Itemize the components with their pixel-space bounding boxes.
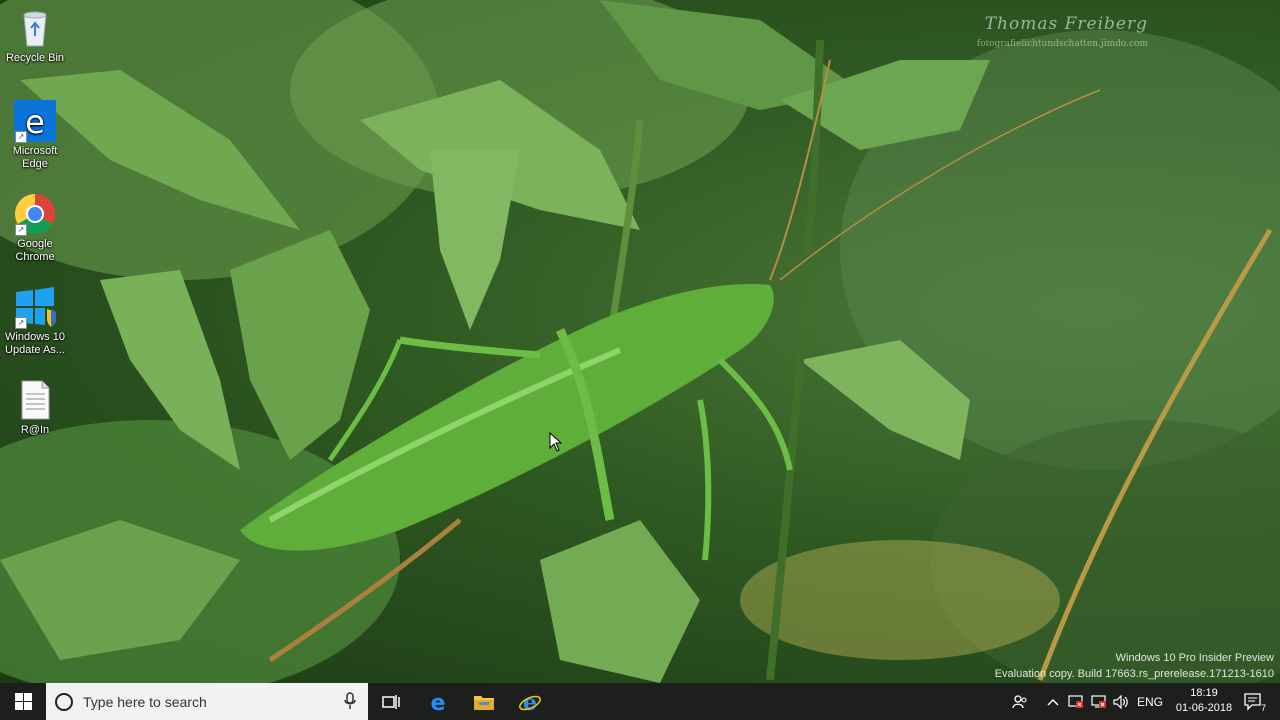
chevron-up-icon bbox=[1047, 698, 1059, 705]
shortcut-arrow-icon: ↗ bbox=[15, 131, 27, 143]
chrome-icon: ↗ bbox=[13, 192, 57, 236]
desktop-icon-label: Google Chrome bbox=[15, 238, 55, 263]
svg-text:e: e bbox=[25, 103, 45, 141]
taskbar: Type here to search e e ENG 18:19 01-06-… bbox=[0, 683, 1280, 720]
windows-edition-text: Windows 10 Pro Insider Preview bbox=[1115, 652, 1274, 664]
desktop-icon-label: Recycle Bin bbox=[5, 52, 65, 64]
tray-network-button[interactable] bbox=[1089, 683, 1109, 720]
security-alert-icon bbox=[1068, 694, 1083, 708]
action-center-button[interactable]: 7 bbox=[1240, 683, 1268, 720]
desktop-icon-label: Microsoft Edge bbox=[12, 145, 58, 170]
taskbar-edge-button[interactable]: e bbox=[415, 683, 461, 720]
tray-defender-button[interactable] bbox=[1066, 683, 1086, 720]
taskbar-search-box[interactable]: Type here to search bbox=[46, 683, 368, 720]
recycle-bin-icon bbox=[13, 6, 57, 50]
edge-icon: e ↗ bbox=[13, 99, 57, 143]
desktop-wallpaper: Thomas Freiberg fotografielichtundschatt… bbox=[0, 0, 1280, 683]
desktop-icon-recycle-bin[interactable]: Recycle Bin bbox=[4, 6, 66, 65]
edge-icon: e bbox=[431, 691, 446, 713]
wallpaper-watermark: Thomas Freiberg bbox=[984, 14, 1148, 34]
text-file-icon bbox=[13, 378, 57, 422]
tray-volume-button[interactable] bbox=[1111, 683, 1131, 720]
show-hidden-icons-button[interactable] bbox=[1044, 683, 1062, 720]
search-placeholder: Type here to search bbox=[83, 694, 207, 710]
taskbar-internet-explorer-button[interactable]: e bbox=[507, 683, 553, 720]
task-view-icon bbox=[382, 694, 400, 709]
microphone-icon[interactable] bbox=[344, 692, 356, 715]
svg-text:e: e bbox=[431, 691, 446, 713]
notification-count-badge: 7 bbox=[1260, 703, 1266, 713]
wallpaper-grasshopper-image bbox=[0, 0, 1280, 683]
windows-logo-icon bbox=[14, 693, 32, 710]
desktop-icon-chrome[interactable]: ↗ Google Chrome bbox=[4, 192, 66, 264]
task-view-button[interactable] bbox=[368, 683, 414, 720]
people-icon bbox=[1012, 694, 1027, 708]
internet-explorer-icon: e bbox=[519, 691, 541, 713]
taskbar-file-explorer-button[interactable] bbox=[461, 683, 507, 720]
desktop-icon-edge[interactable]: e ↗ Microsoft Edge bbox=[4, 99, 66, 171]
taskbar-clock[interactable]: 18:19 01-06-2018 bbox=[1174, 686, 1234, 716]
desktop-icon-label: Windows 10 Update As... bbox=[5, 331, 65, 356]
desktop-icon-label: R@In bbox=[20, 424, 50, 436]
desktop-icon-text-file[interactable]: R@In bbox=[4, 378, 66, 437]
cortana-icon bbox=[55, 693, 73, 711]
windows-build-text: Evaluation copy. Build 17663.rs_prerelea… bbox=[994, 668, 1274, 680]
clock-date: 01-06-2018 bbox=[1175, 702, 1233, 714]
people-button[interactable] bbox=[1009, 683, 1031, 720]
windows-update-icon: ↗ bbox=[13, 285, 57, 329]
shortcut-arrow-icon: ↗ bbox=[15, 224, 27, 236]
start-button[interactable] bbox=[0, 683, 46, 720]
mouse-cursor-icon bbox=[549, 431, 563, 457]
shortcut-arrow-icon: ↗ bbox=[15, 317, 27, 329]
language-indicator[interactable]: ENG bbox=[1135, 683, 1165, 720]
clock-time: 18:19 bbox=[1190, 687, 1218, 699]
speaker-icon bbox=[1113, 694, 1128, 709]
file-explorer-icon bbox=[474, 695, 494, 710]
wallpaper-watermark-url: fotografielichtundschatten.jimdo.com bbox=[976, 39, 1148, 49]
network-disconnected-icon bbox=[1091, 694, 1106, 708]
desktop-icon-windows-update-assistant[interactable]: ↗ Windows 10 Update As... bbox=[4, 285, 66, 357]
